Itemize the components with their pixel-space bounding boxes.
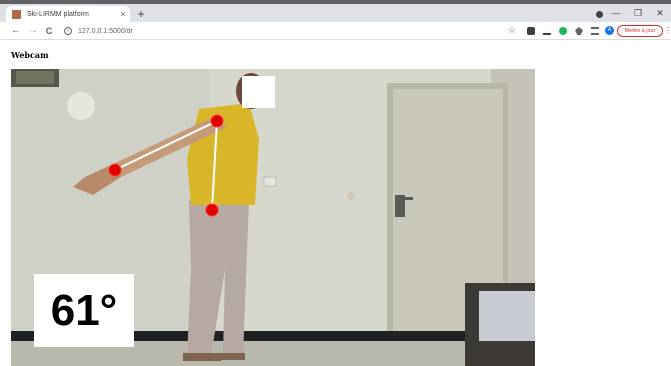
browser-toolbar: ← → C i 127.0.0.1:5000/dr ☆ A Mettre à j… <box>0 22 671 40</box>
new-tab-button[interactable]: + <box>134 7 148 21</box>
close-window-button[interactable]: ✕ <box>649 8 671 19</box>
extension-2-icon[interactable] <box>542 27 554 35</box>
bookmark-star-icon[interactable]: ☆ <box>508 25 518 35</box>
browser-tab[interactable]: Ski-LIRMM platform × <box>6 6 130 22</box>
update-button[interactable]: Mettre à jour <box>617 25 663 37</box>
menu-icon[interactable]: ⋮ <box>664 26 671 36</box>
angle-value: 61° <box>50 286 118 335</box>
back-button[interactable]: ← <box>10 25 22 37</box>
angle-display: 61° <box>34 274 134 347</box>
reload-button[interactable]: C <box>43 25 55 37</box>
restore-button[interactable]: ❐ <box>627 8 649 19</box>
reading-list-icon[interactable] <box>591 27 599 35</box>
extension-3-icon[interactable] <box>559 27 567 35</box>
address-bar[interactable]: i 127.0.0.1:5000/dr <box>58 24 498 38</box>
webcam-feed: 61° <box>11 69 535 366</box>
extension-1-icon[interactable] <box>527 27 535 35</box>
favicon-icon <box>12 9 21 19</box>
info-icon[interactable]: i <box>64 27 72 35</box>
face-mask <box>242 76 275 108</box>
forward-button[interactable]: → <box>27 25 39 37</box>
minimize-button[interactable]: — <box>605 8 627 18</box>
tab-close-icon[interactable]: × <box>116 9 130 19</box>
wrist-joint <box>108 163 122 177</box>
page-title: Webcam <box>11 50 49 60</box>
url-text: 127.0.0.1:5000/dr <box>78 27 133 35</box>
record-icon[interactable] <box>596 11 603 18</box>
shoulder-joint <box>210 114 224 128</box>
profile-avatar[interactable]: A <box>605 26 614 35</box>
puzzle-icon[interactable] <box>575 27 583 35</box>
tab-bar: Ski-LIRMM platform × + — ❐ ✕ <box>0 4 671 22</box>
hip-joint <box>205 203 219 217</box>
window-controls: — ❐ ✕ <box>605 4 671 22</box>
tab-title: Ski-LIRMM platform <box>27 10 89 18</box>
